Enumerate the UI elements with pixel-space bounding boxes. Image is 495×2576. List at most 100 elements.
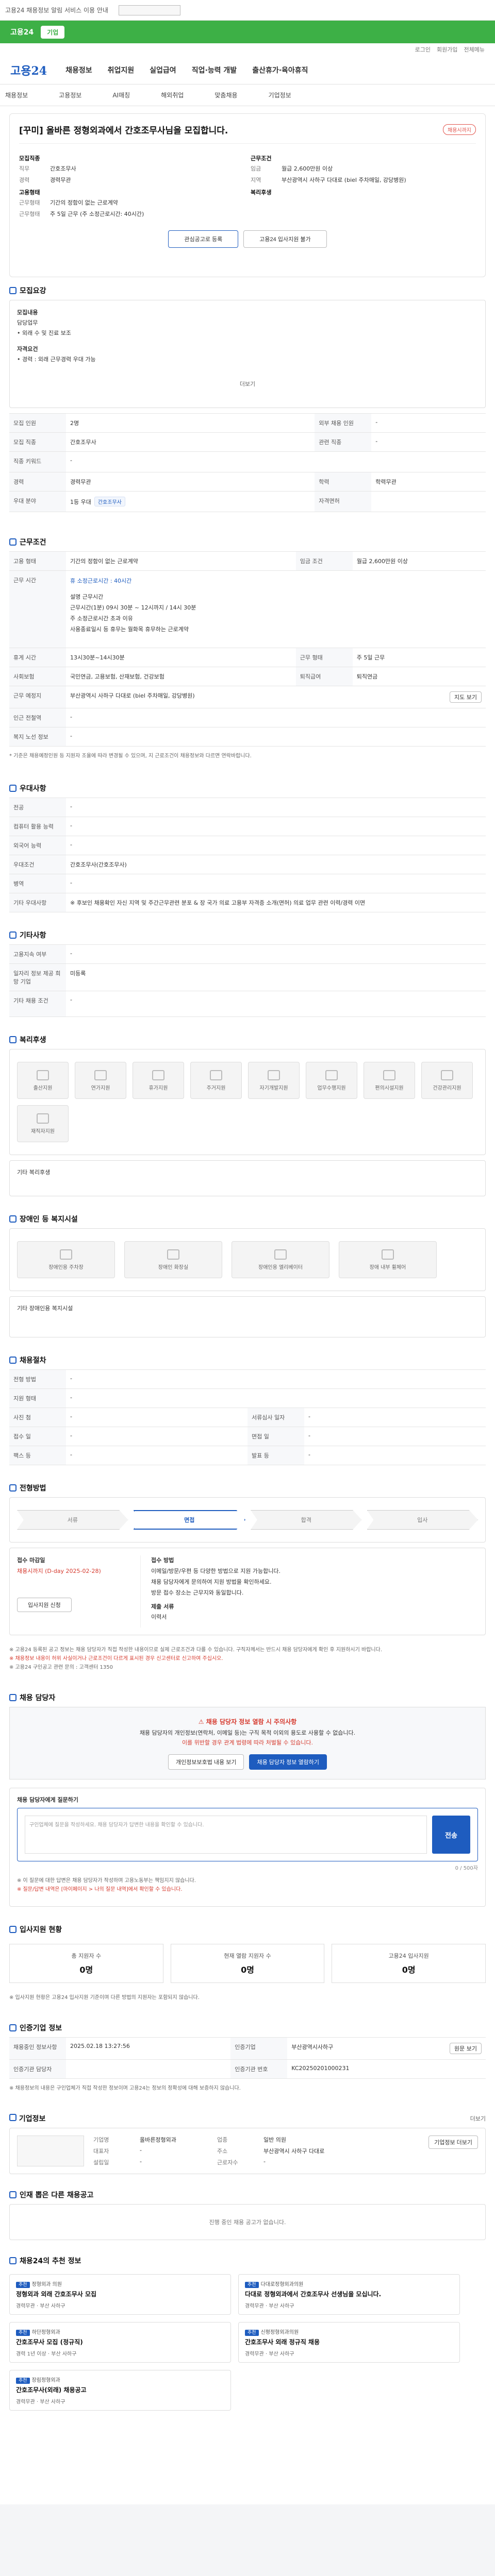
apply-button[interactable]: 고용24 입사지원 불가 [243,230,327,248]
company-grid: 기업명 올바른정형외과 업종 일반 의원 대표자 - 주소 부산광역시 사하구 다대로 설립… [93,2136,336,2166]
subnav-item[interactable]: 고용정보 [59,91,81,99]
td: - [66,708,486,727]
recommend-card[interactable]: 추천 하단정형외과 간호조무사 모집 (정규직) 경력 1년 이상 · 부산 사하구 [9,2322,231,2363]
recommend-card[interactable]: 추천 정형외과 의원 정형외과 외래 간호조무사 모집 경력무관 · 부산 사하구 [9,2274,231,2315]
section-label: 인재 뽑은 다른 채용공고 [20,2191,94,2200]
qa-form: 구인업체에 질문을 작성하세요. 채용 담당자가 답변한 내용을 확인할 수 있… [17,1808,478,1862]
td: - [66,1369,486,1389]
welfare-etc-label: 기타 복리후생 [17,1169,51,1176]
alert-line: 채용 담당자의 개인정보(연락처, 이메일 등)는 구직 목적 이외의 용도로 … [139,1729,356,1736]
question-textarea[interactable]: 구인업체에 질문을 작성하세요. 채용 담당자가 답변한 내용을 확인할 수 있… [25,1816,427,1854]
th: 외부 채용 인원 [315,413,372,433]
map-button[interactable]: 지도 보기 [450,691,482,703]
view-contact-button[interactable]: 채용 담당자 정보 열람하기 [249,1754,327,1770]
site-logo[interactable]: 고용24 [10,62,47,78]
allmenu-link[interactable]: 전체메뉴 [464,45,485,54]
th: 인증기관 담당자 [9,2059,66,2079]
welfare-tile: 휴가지원 [133,1062,184,1099]
recommend-card[interactable]: 추천 신평정형외과의원 간호조무사 외래 정규직 채용 경력무관 · 부산 사하구 [238,2322,460,2363]
section-icon [9,1926,16,1934]
deadline-badge: 채용시까지 [443,124,476,135]
procedure-table: 전형 방법 - 지원 형태 - 사진 첨 - 서류심사 일자 - 접수 일 - 면접 일- 팩… [9,1369,486,1465]
td: - [66,836,486,855]
empty-text: 진행 중인 채용 공고가 없습니다. [209,2219,286,2226]
recommend-list: 추천 정형외과 의원 정형외과 외래 간호조무사 모집 경력무관 · 부산 사하구 추… [9,2270,486,2415]
k: 주소 [217,2148,228,2155]
section-icon [9,1215,16,1223]
stat-total: 총 지원자 수 0명 [9,1944,163,1984]
recommend-tag: 추천 [245,2330,259,2336]
wheelchair-icon [382,1249,394,1260]
elevator-icon [274,1249,287,1260]
restroom-icon [167,1249,179,1260]
tile-label: 장애 내부 휠체어 [369,1264,406,1270]
section-icon [9,2191,16,2199]
welfare-tile: 연가지원 [75,1062,126,1099]
apply-method-label: 접수 방법 [151,1557,174,1564]
section-icon [9,1036,16,1043]
welfare-tile: 재직자지원 [17,1105,69,1142]
td: 미등록 [66,963,486,991]
subnav-item[interactable]: 채용정보 [5,91,28,99]
tile-label: 편의시설지원 [375,1085,404,1091]
privacy-law-button[interactable]: 개인정보보호법 내용 보기 [168,1754,244,1770]
char-count: 0 / 500자 [455,1866,478,1872]
subnav-item[interactable]: 해외취업 [161,91,184,99]
subnav-item[interactable]: AI매칭 [112,91,130,99]
recommend-card[interactable]: 추천 장림정형외과 간호조무사(외래) 채용공고 경력무관 · 부산 사하구 [9,2370,231,2411]
notice-line: ※ 질문/답변 내역은 [마이페이지 > 나의 질문 내역]에서 확인할 수 있… [17,1887,183,1893]
box-text: • 외래 수 및 진료 보조 [17,329,71,336]
section-label: 모집요강 [20,287,46,295]
section-label: 기업정보 [19,2115,46,2124]
section-icon [9,2257,16,2265]
company-more-link[interactable]: 더보기 [470,2114,486,2123]
job-summary-card: [꾸미] 올바른 정형외과에서 간호조무사님을 모집합니다. 채용시까지 모집직종… [9,113,486,277]
recommend-card[interactable]: 추천 다대로정형외과의원 다대로 정형외과에서 간호조무사 선생님을 모십니다. 경력… [238,2274,460,2315]
login-link[interactable]: 로그인 [415,45,431,54]
v: - [140,2158,142,2165]
tile-label: 재직자지원 [31,1128,55,1134]
th: 모집 직종 [9,432,66,452]
original-button[interactable]: 원문 보기 [450,2043,482,2055]
nav-item[interactable]: 취업지원 [108,66,135,75]
box-label: 자격요건 [17,346,38,353]
td [66,2059,231,2079]
td: 간호조무사 [66,432,315,452]
recommend-tag: 추천 [245,2282,259,2289]
company-info-button[interactable]: 기업정보 더보기 [428,2136,478,2149]
alert-line: 이를 위반할 경우 관계 법령에 따라 처벌될 수 있습니다. [182,1739,314,1747]
subnav-item[interactable]: 맞춤채용 [214,91,237,99]
tile-label: 건강관리지원 [433,1085,461,1091]
kv-value: 부산광역시 사하구 다대로 (biel 주차매일, 강당병원) [282,177,406,183]
signup-link[interactable]: 회원가입 [437,45,457,54]
recommend-tag: 추천 [16,2282,30,2289]
applicant-stats: 총 지원자 수 0명 현재 열람 지원자 수 0명 고용24 입사지원 0명 [9,1939,486,1988]
qa-box: 채용 담당자에게 질문하기 구인업체에 질문을 작성하세요. 채용 담당자가 답… [9,1788,486,1907]
bookmark-button[interactable]: 관심공고로 등록 [168,230,239,248]
topbar-switch[interactable] [118,5,180,15]
subnav-item[interactable]: 기업정보 [269,91,291,99]
send-button[interactable]: 전송 [432,1816,470,1854]
th: 임금 조건 [295,551,353,571]
kv-value: 월급 2,600만원 이상 [282,165,333,172]
step: 서류 [17,1510,128,1530]
td: 간호조무사(간호조무사) [66,855,486,874]
apply-deadline-value: 채용시까지 (D-day 2025-02-28) [17,1567,101,1574]
stat-value: 0명 [402,1965,416,1975]
qa-title: 채용 담당자에게 질문하기 [17,1797,78,1804]
footer [0,2422,495,2505]
alert-heading-text: 채용 담당자 정보 열람 시 주의사항 [206,1718,297,1725]
k: 기업명 [93,2137,109,2144]
more-button[interactable]: 더보기 [17,379,478,389]
nav-item[interactable]: 직업·능력 개발 [192,66,237,75]
k: 업종 [217,2137,228,2144]
td-text: 설명 근무시간 [70,593,104,600]
step-current: 면접 [133,1510,245,1530]
banner-chip[interactable]: 기업 [41,25,65,39]
nav-item[interactable]: 채용정보 [65,66,92,75]
td-text: 주 소정근로시간 초과 이유 [70,615,133,622]
topbar-text: 고용24 채용정보 알림 서비스 이용 안내 [5,7,108,14]
nav-item[interactable]: 실업급여 [150,66,176,75]
apply-request-button[interactable]: 입사지원 신청 [17,1597,72,1612]
nav-item[interactable]: 출산휴가·육아휴직 [252,66,308,75]
